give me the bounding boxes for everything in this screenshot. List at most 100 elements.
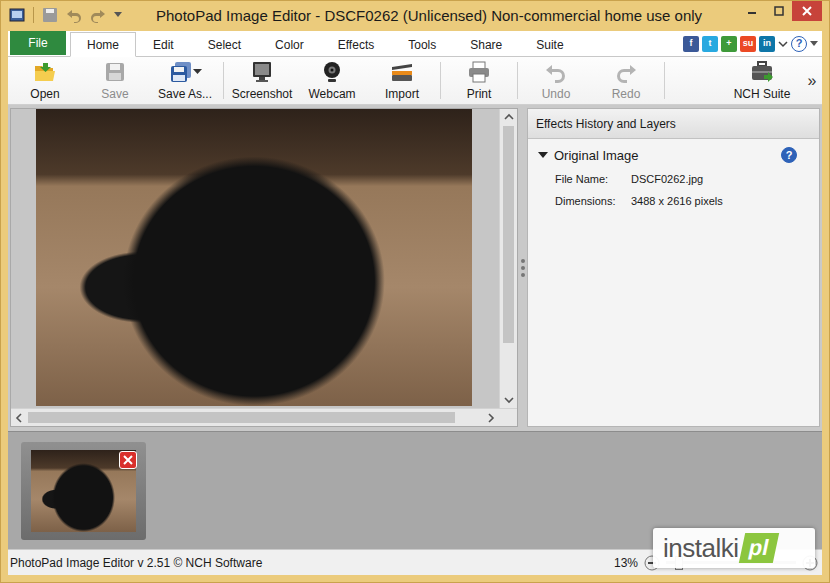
section-title: Original Image [554,148,639,163]
zoom-value: 13% [614,556,638,570]
ribbon-tab[interactable]: Effects [321,32,391,57]
status-text: PhotoPad Image Editor v 2.51 © NCH Softw… [10,556,262,570]
canvas[interactable] [11,109,499,408]
property-label: Dimensions: [555,195,631,207]
toolbar-icon-row [33,60,57,84]
toolbar-button[interactable]: Print [444,57,514,104]
horizontal-scrollbar[interactable] [11,408,499,426]
close-thumbnail-button[interactable] [119,451,137,469]
dropdown-arrow-icon [778,40,788,48]
ribbon-tab[interactable]: Home [70,32,136,57]
minimize-icon [747,6,757,16]
social-link[interactable]: f [683,36,699,52]
toolbar-icon-row [250,60,274,84]
scroll-left-button[interactable] [11,409,28,426]
toolbar-overflow-button[interactable]: » [804,57,820,104]
title-bar: PhotoPad Image Editor - DSCF0262 (Unlice… [1,1,829,31]
webcam-icon [320,60,344,84]
briefcase-icon [750,60,774,84]
minimize-button[interactable] [738,1,765,21]
toolbar-button[interactable]: NCH Suite [720,57,804,104]
toolbar-icon-row [169,60,202,84]
scroll-corner [499,408,517,426]
toolbar-label: NCH Suite [734,87,791,101]
toolbar-label: Import [385,87,419,101]
printer-icon [467,60,491,84]
app-window: PhotoPad Image Editor - DSCF0262 (Unlice… [0,0,830,583]
ribbon-tab[interactable]: Suite [519,32,580,57]
property-value: DSCF0262.jpg [631,173,819,185]
scanner-icon [390,60,414,84]
toolbar-icon-row [750,60,774,84]
ribbon-tab[interactable]: Share [453,32,519,57]
expand-triangle-icon [538,150,548,160]
horizontal-scroll-row [11,408,517,426]
ribbon-tab[interactable]: Select [191,32,258,57]
window-controls [738,1,822,21]
grip-dot [521,273,525,277]
social-link[interactable]: + [721,36,737,52]
help-button[interactable]: ? [791,36,807,52]
watermark-suffix: pl [739,533,779,563]
chevron-up-icon [503,112,515,124]
maximize-icon [774,6,784,16]
toolbar-icon-row [614,60,638,84]
scroll-track[interactable] [500,126,517,391]
undo-icon [66,7,82,23]
toolbar-button[interactable]: Import [367,57,437,104]
toolbar-button[interactable]: Save [80,57,150,104]
toolbar-label: Open [30,87,59,101]
toolbar-separator [223,62,224,99]
screenshot-icon [250,60,274,84]
toolbar-icon-row [544,60,568,84]
maximize-button[interactable] [765,1,792,21]
ribbon-tab[interactable]: Color [258,32,321,57]
toolbar-button[interactable]: Open [10,57,80,104]
ribbon-tabs: FileHomeEditSelectColorEffectsToolsShare… [8,31,822,57]
chevron-left-icon [14,412,26,424]
watermark: instalkipl [653,528,815,568]
chevron-down-icon [503,394,515,406]
toolbar-label: Undo [542,87,571,101]
thumbnail[interactable] [21,442,146,540]
toolbar-button[interactable]: Save As... [150,57,220,104]
section-header[interactable]: Original Image? [528,139,819,163]
social-link[interactable]: t [702,36,718,52]
social-bar: ft+suin? [683,36,818,52]
file-button[interactable]: File [10,31,66,55]
dropdown-arrow-icon [810,41,818,47]
toolbar-button[interactable]: Screenshot [227,57,297,104]
property-value: 3488 x 2616 pixels [631,195,819,207]
toolbar-label: Redo [612,87,641,101]
ribbon-tab[interactable]: Edit [136,32,191,57]
save-icon [103,60,127,84]
scroll-thumb[interactable] [503,126,514,343]
close-icon [123,455,133,465]
toolbar-label: Screenshot [232,87,293,101]
workspace: Effects History and LayersOriginal Image… [8,105,822,431]
toolbar-label: Print [467,87,492,101]
photo [36,109,472,406]
folder-open-icon [33,60,57,84]
toolbar-button[interactable]: Webcam [297,57,367,104]
redo-icon [614,60,638,84]
scroll-right-button[interactable] [482,409,499,426]
social-link[interactable]: su [740,36,756,52]
scroll-thumb[interactable] [28,412,455,423]
toolbar-button[interactable]: Redo [591,57,661,104]
close-button[interactable] [792,1,822,21]
undo-icon [544,60,568,84]
social-link[interactable]: in [759,36,775,52]
panel-splitter[interactable] [518,108,527,427]
help-button[interactable]: ? [781,147,797,163]
ribbon-tab[interactable]: Tools [391,32,453,57]
scroll-track[interactable] [28,409,482,426]
toolbar-separator [517,62,518,99]
vertical-scrollbar[interactable] [499,109,517,408]
scroll-down-button[interactable] [500,391,517,408]
toolbar-button[interactable]: Undo [521,57,591,104]
scroll-up-button[interactable] [500,109,517,126]
window-content: FileHomeEditSelectColorEffectsToolsShare… [8,31,822,575]
save-as-icon [169,60,193,84]
window-title: PhotoPad Image Editor - DSCF0262 (Unlice… [122,1,738,24]
